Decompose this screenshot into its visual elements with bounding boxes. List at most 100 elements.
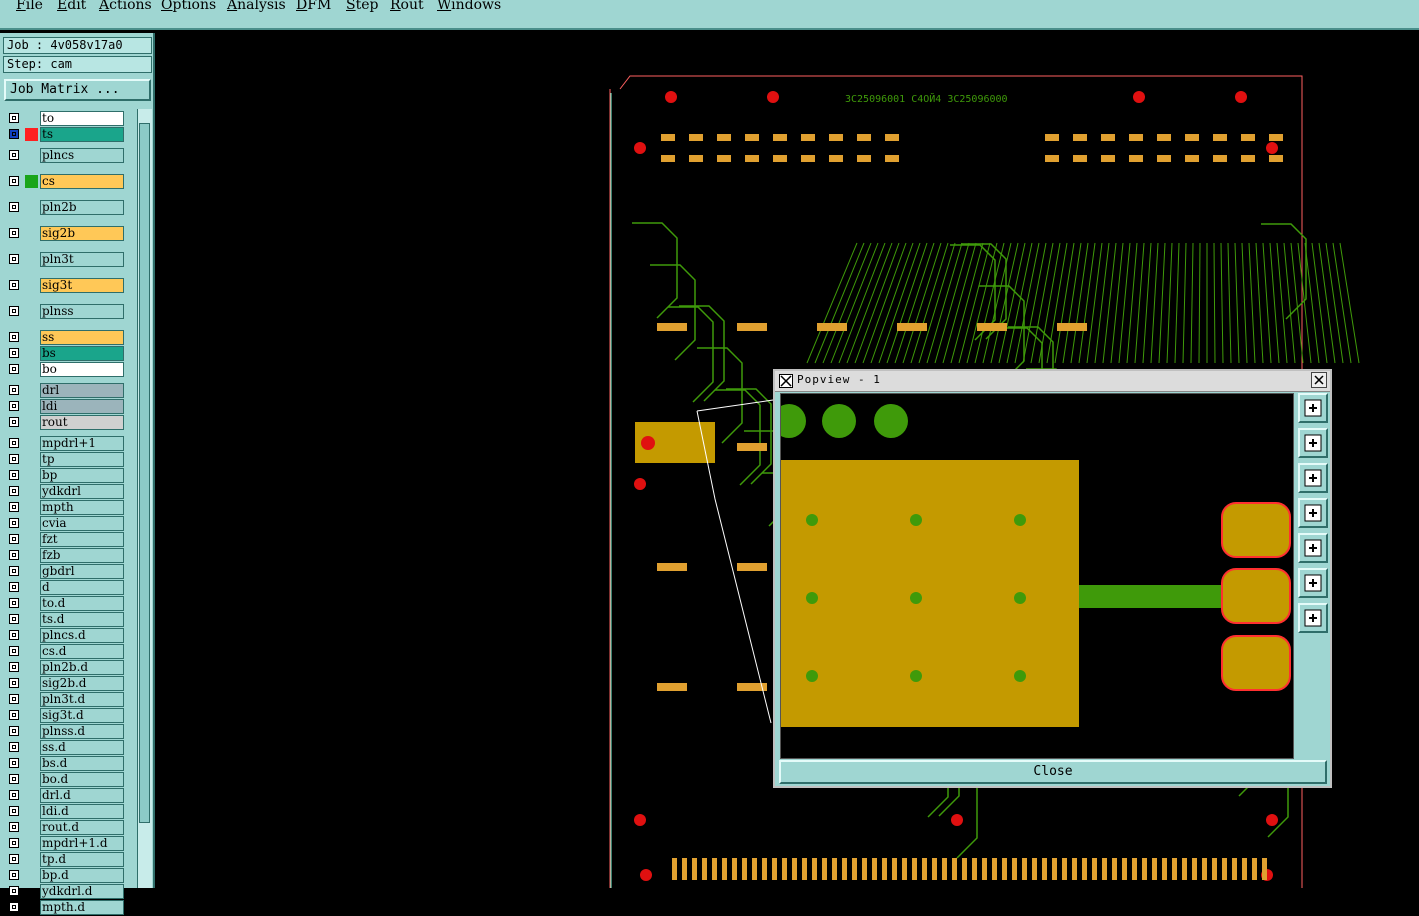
layer-name[interactable]: pln2b.d (40, 660, 124, 675)
layer-checkbox[interactable] (9, 348, 19, 358)
layer-name[interactable]: ydkdrl.d (40, 884, 124, 899)
layer-checkbox[interactable] (9, 646, 19, 656)
layer-row[interactable]: to (4, 111, 128, 127)
view-tool-button[interactable] (1298, 428, 1328, 458)
layer-name[interactable]: bp (40, 468, 124, 483)
menu-edit[interactable]: Edit (57, 0, 86, 13)
menu-analysis[interactable]: Analysis (227, 0, 286, 13)
layer-checkbox[interactable] (9, 332, 19, 342)
layer-name[interactable]: tp.d (40, 852, 124, 867)
layer-checkbox[interactable] (9, 438, 19, 448)
layer-name[interactable]: pln3t.d (40, 692, 124, 707)
layer-checkbox[interactable] (9, 470, 19, 480)
job-matrix-button[interactable]: Job Matrix ... (4, 79, 151, 101)
layer-checkbox[interactable] (9, 630, 19, 640)
layer-name[interactable]: ldi.d (40, 804, 124, 819)
layer-row[interactable]: mpth (4, 500, 128, 516)
layer-row[interactable]: pln2b (4, 200, 128, 216)
layer-name[interactable]: plnss (40, 304, 124, 319)
menu-actions[interactable]: Actions (99, 0, 152, 13)
layer-row[interactable]: ts (4, 127, 128, 143)
layer-row[interactable]: fzt (4, 532, 128, 548)
layer-checkbox[interactable] (9, 566, 19, 576)
layer-name[interactable]: ldi (40, 399, 124, 414)
layer-name[interactable]: plncs.d (40, 628, 124, 643)
layer-checkbox[interactable] (9, 838, 19, 848)
layer-row[interactable]: sig2b (4, 226, 128, 242)
layer-row[interactable]: cs.d (4, 644, 128, 660)
layer-row[interactable]: rout (4, 415, 128, 431)
layer-name[interactable]: sig3t (40, 278, 124, 293)
layer-checkbox[interactable] (9, 364, 19, 374)
layer-name[interactable]: to.d (40, 596, 124, 611)
layer-name[interactable]: ydkdrl (40, 484, 124, 499)
layer-row[interactable]: pln3t.d (4, 692, 128, 708)
layer-checkbox[interactable] (9, 113, 19, 123)
layer-row[interactable]: plnss (4, 304, 128, 320)
layer-row[interactable]: bs.d (4, 756, 128, 772)
layer-name[interactable]: sig2b (40, 226, 124, 241)
layer-row[interactable]: drl.d (4, 788, 128, 804)
layer-name[interactable]: ts.d (40, 612, 124, 627)
layer-row[interactable]: gbdrl (4, 564, 128, 580)
view-tool-button[interactable] (1298, 603, 1328, 633)
scrollbar-thumb[interactable] (139, 123, 150, 823)
layer-row[interactable]: ldi (4, 399, 128, 415)
layer-checkbox[interactable] (9, 758, 19, 768)
layer-checkbox[interactable] (9, 726, 19, 736)
view-tool-button[interactable] (1298, 533, 1328, 563)
layer-name[interactable]: sig3t.d (40, 708, 124, 723)
layer-row[interactable]: d (4, 580, 128, 596)
layer-row[interactable]: mpth.d (4, 900, 128, 916)
layer-row[interactable]: plncs (4, 148, 128, 164)
layer-row[interactable]: bo.d (4, 772, 128, 788)
layer-checkbox[interactable] (9, 534, 19, 544)
layer-name[interactable]: bo.d (40, 772, 124, 787)
layer-checkbox[interactable] (9, 280, 19, 290)
menu-step[interactable]: Step (346, 0, 378, 13)
layer-name[interactable]: plncs (40, 148, 124, 163)
layer-row[interactable]: fzb (4, 548, 128, 564)
layer-name[interactable]: tp (40, 452, 124, 467)
layer-name[interactable]: bp.d (40, 868, 124, 883)
menu-windows[interactable]: Windows (437, 0, 501, 13)
layer-row[interactable]: pln2b.d (4, 660, 128, 676)
layer-row[interactable]: rout.d (4, 820, 128, 836)
close-icon[interactable] (1311, 372, 1327, 388)
layer-row[interactable]: drl (4, 383, 128, 399)
layer-checkbox[interactable] (9, 598, 19, 608)
layer-checkbox[interactable] (9, 678, 19, 688)
layer-checkbox[interactable] (9, 662, 19, 672)
layer-checkbox[interactable] (9, 150, 19, 160)
layer-row[interactable]: pln3t (4, 252, 128, 268)
layer-name[interactable]: bs (40, 346, 124, 361)
layer-row[interactable]: ss.d (4, 740, 128, 756)
layer-scrollbar[interactable] (137, 109, 152, 888)
layer-name[interactable]: d (40, 580, 124, 595)
layer-name[interactable]: mpth.d (40, 900, 124, 915)
layer-name[interactable]: cvia (40, 516, 124, 531)
layer-name[interactable]: mpdrl+1.d (40, 836, 124, 851)
layer-name[interactable]: ss.d (40, 740, 124, 755)
layer-name[interactable]: cs (40, 174, 124, 189)
layer-checkbox[interactable] (9, 694, 19, 704)
close-button[interactable]: Close (779, 760, 1327, 784)
menu-dfm[interactable]: DFM (296, 0, 331, 13)
layer-row[interactable]: mpdrl+1 (4, 436, 128, 452)
layer-name[interactable]: sig2b.d (40, 676, 124, 691)
layer-checkbox[interactable] (9, 401, 19, 411)
layer-checkbox[interactable] (9, 306, 19, 316)
layer-name[interactable]: bs.d (40, 756, 124, 771)
layer-name[interactable]: ss (40, 330, 124, 345)
layer-checkbox[interactable] (9, 870, 19, 880)
layer-row[interactable]: bp (4, 468, 128, 484)
layer-name[interactable]: mpth (40, 500, 124, 515)
layer-name[interactable]: pln3t (40, 252, 124, 267)
layer-row[interactable]: bo (4, 362, 128, 378)
layer-checkbox[interactable] (9, 614, 19, 624)
view-tool-button[interactable] (1298, 498, 1328, 528)
layer-row[interactable]: ydkdrl.d (4, 884, 128, 900)
layer-name[interactable]: rout.d (40, 820, 124, 835)
layer-row[interactable]: sig3t.d (4, 708, 128, 724)
layer-row[interactable]: ldi.d (4, 804, 128, 820)
